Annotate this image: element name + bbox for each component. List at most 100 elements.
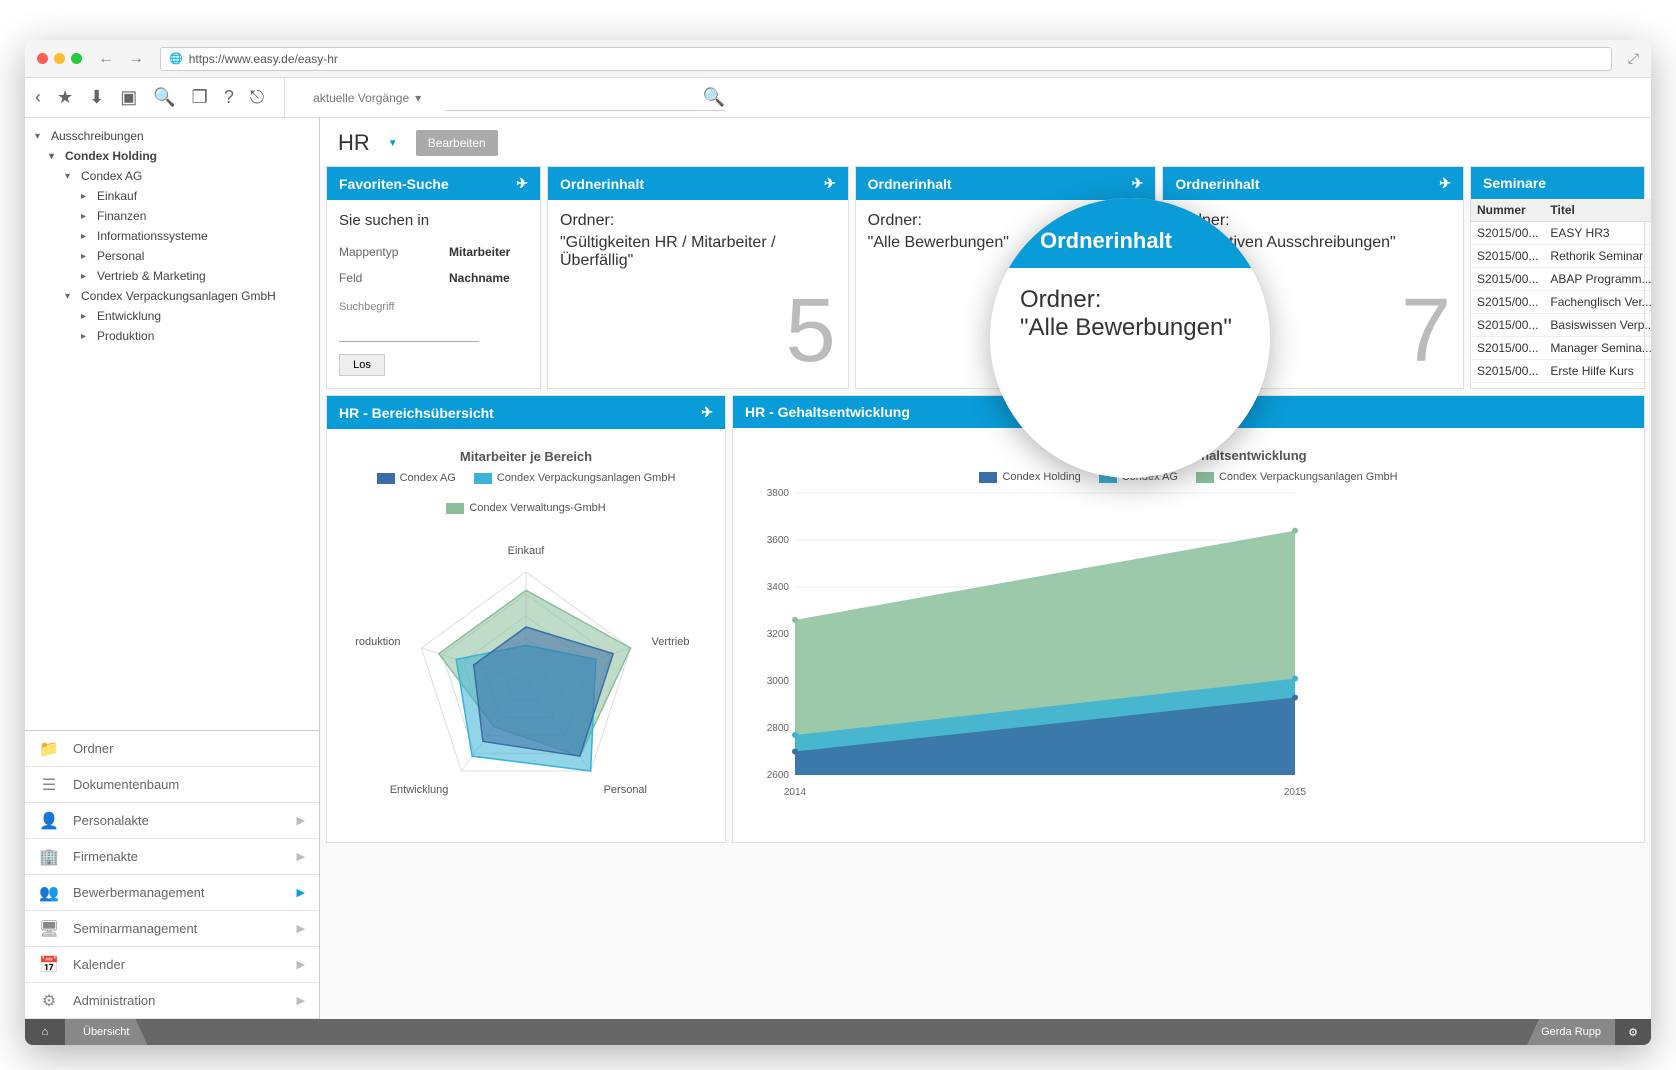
expand-icon[interactable]: ⤢ — [1628, 50, 1639, 67]
sidebar: Ausschreibungen Condex Holding Condex AG… — [25, 118, 320, 1019]
chevron-right-icon: ▶ — [297, 922, 305, 935]
minimize-window-icon[interactable] — [54, 53, 65, 64]
home-icon[interactable]: ⌂ — [25, 1019, 65, 1045]
sidebar-nav-item[interactable]: 👥Bewerbermanagement▶ — [25, 875, 319, 911]
table-row[interactable]: S2015/00...Manager Semina... — [1471, 337, 1651, 360]
svg-text:Vertrieb: Vertrieb — [652, 636, 690, 648]
tree-item[interactable]: Entwicklung — [31, 306, 313, 326]
send-icon[interactable]: ✈ — [516, 175, 528, 192]
sidebar-nav-item[interactable]: 📁Ordner — [25, 731, 319, 767]
tree-item[interactable]: Personal — [31, 246, 313, 266]
suchbegriff-label: Suchbegriff — [339, 301, 528, 313]
table-row[interactable]: S2015/00...Fachenglisch Ver... — [1471, 291, 1651, 314]
send-icon[interactable]: ✈ — [1132, 175, 1144, 192]
send-icon[interactable]: ✈ — [824, 175, 836, 192]
sidebar-nav-item[interactable]: 🖥Seminarmanagement▶ — [25, 911, 319, 947]
cell-nummer: S2015/00... — [1471, 245, 1544, 268]
help-icon[interactable]: ? — [224, 87, 234, 108]
chevron-right-icon: ▶ — [297, 850, 305, 863]
send-icon[interactable]: ✈ — [701, 404, 713, 421]
search-icon[interactable]: 🔍 — [153, 87, 175, 108]
back-chevron-icon[interactable]: ‹ — [35, 87, 41, 108]
new-folder-icon[interactable]: ▣ — [120, 87, 137, 108]
tree-item[interactable]: Informationssysteme — [31, 226, 313, 246]
tree-root[interactable]: Ausschreibungen — [31, 126, 313, 146]
close-window-icon[interactable] — [37, 53, 48, 64]
cell-nummer: S2015/00... — [1471, 222, 1544, 245]
status-bar: ⌂ Übersicht Gerda Rupp ⚙ — [25, 1019, 1651, 1045]
tree-item[interactable]: Condex Verpackungsanlagen GmbH — [31, 286, 313, 306]
card-title: Seminare — [1483, 175, 1546, 191]
svg-text:3000: 3000 — [767, 676, 790, 687]
download-icon[interactable]: ⬇ — [89, 87, 104, 108]
card-bereichsuebersicht: HR - Bereichsübersicht ✈ Mitarbeiter je … — [326, 395, 726, 843]
cell-titel: ABAP Programm... — [1544, 268, 1651, 291]
card-title: HR - Bereichsübersicht — [339, 405, 494, 421]
browser-frame: ← → 🌐 https://www.easy.de/easy-hr ⤢ ‹ ★ … — [25, 40, 1651, 1045]
svg-text:2800: 2800 — [767, 723, 790, 734]
forward-icon[interactable]: → — [128, 50, 144, 68]
sidebar-nav-item[interactable]: 👤Personalakte▶ — [25, 803, 319, 839]
los-button[interactable]: Los — [339, 354, 385, 376]
sidebar-nav: 📁Ordner☰Dokumentenbaum👤Personalakte▶🏢Fir… — [25, 730, 319, 1019]
tree-item[interactable]: Vertrieb & Marketing — [31, 266, 313, 286]
card-title: HR - Gehaltsentwicklung — [745, 404, 910, 420]
tree-item[interactable]: Einkauf — [31, 186, 313, 206]
dashboard-row-1: Favoriten-Suche ✈ Sie suchen in Mappenty… — [320, 166, 1651, 395]
maximize-window-icon[interactable] — [71, 53, 82, 64]
cell-nummer: S2015/00... — [1471, 360, 1544, 383]
cell-titel: Fachenglisch Ver... — [1544, 291, 1651, 314]
tree-item[interactable]: Produktion — [31, 326, 313, 346]
card-header: Ordnerinhalt ✈ — [548, 167, 848, 200]
sidebar-nav-item[interactable]: 📅Kalender▶ — [25, 947, 319, 983]
footer-user[interactable]: Gerda Rupp — [1527, 1019, 1615, 1045]
search-scope-dropdown[interactable]: aktuelle Vorgänge ▾ — [305, 87, 429, 109]
cell-titel: EASY HR3 — [1544, 222, 1651, 245]
card-seminare: Seminare Nummer Titel S2015/00...EASY HR… — [1470, 166, 1645, 389]
legend-item: Condex Verpackungsanlagen GmbH — [1196, 471, 1398, 483]
nav-icon: ☰ — [39, 775, 59, 795]
table-row[interactable]: S2015/00...ABAP Programm... — [1471, 268, 1651, 291]
sidebar-nav-item[interactable]: 🏢Firmenakte▶ — [25, 839, 319, 875]
table-row[interactable]: S2015/00...EASY HR3 — [1471, 222, 1651, 245]
edit-button[interactable]: Bearbeiten — [416, 130, 498, 156]
url-bar[interactable]: 🌐 https://www.easy.de/easy-hr — [160, 47, 1612, 71]
url-text: https://www.easy.de/easy-hr — [189, 52, 338, 66]
title-dropdown-icon[interactable]: ▼ — [388, 138, 398, 149]
table-row[interactable]: S2015/00...Erste Hilfe Kurs — [1471, 360, 1651, 383]
nav-label: Administration — [73, 993, 283, 1008]
sidebar-nav-item[interactable]: ⚙Administration▶ — [25, 983, 319, 1019]
sidebar-nav-item[interactable]: ☰Dokumentenbaum — [25, 767, 319, 803]
tree-item[interactable]: Finanzen — [31, 206, 313, 226]
col-titel[interactable]: Titel — [1544, 199, 1651, 222]
area-chart: 260028003000320034003600380020142015 — [745, 483, 1632, 803]
back-icon[interactable]: ← — [98, 50, 114, 68]
logout-icon[interactable]: ⎋ — [250, 87, 264, 108]
table-row[interactable]: S2015/00...Rethorik Seminar — [1471, 245, 1651, 268]
zoom-line1: Ordner: — [1020, 286, 1250, 314]
chart-title: Mitarbeiter je Bereich — [339, 449, 713, 464]
tree-item[interactable]: Condex AG — [31, 166, 313, 186]
global-search-input[interactable] — [445, 90, 703, 104]
cell-titel: Rethorik Seminar — [1544, 245, 1651, 268]
nav-icon: 🖥 — [39, 919, 59, 939]
settings-icon[interactable]: ⚙ — [1615, 1019, 1651, 1045]
copy-icon[interactable]: ❐ — [192, 87, 208, 108]
footer-tab[interactable]: Übersicht — [65, 1019, 147, 1045]
cell-titel: Erste Hilfe Kurs — [1544, 360, 1651, 383]
nav-label: Bewerbermanagement — [73, 885, 283, 900]
page-title: HR — [338, 130, 370, 156]
folder-count: 5 — [560, 286, 836, 376]
cell-nummer: S2015/00... — [1471, 291, 1544, 314]
star-icon[interactable]: ★ — [57, 87, 73, 108]
col-nummer[interactable]: Nummer — [1471, 199, 1544, 222]
card-body: Ordner: "Gültigkeiten HR / Mitarbeiter /… — [548, 200, 848, 388]
send-icon[interactable]: ✈ — [1439, 175, 1451, 192]
global-search-box: 🔍 — [445, 85, 725, 111]
search-icon[interactable]: 🔍 — [703, 87, 725, 108]
tree-item[interactable]: Condex Holding — [31, 146, 313, 166]
suchbegriff-input[interactable] — [339, 327, 479, 342]
svg-text:3800: 3800 — [767, 488, 790, 499]
workspace: Ausschreibungen Condex Holding Condex AG… — [25, 118, 1651, 1019]
table-row[interactable]: S2015/00...Basiswissen Verp... — [1471, 314, 1651, 337]
